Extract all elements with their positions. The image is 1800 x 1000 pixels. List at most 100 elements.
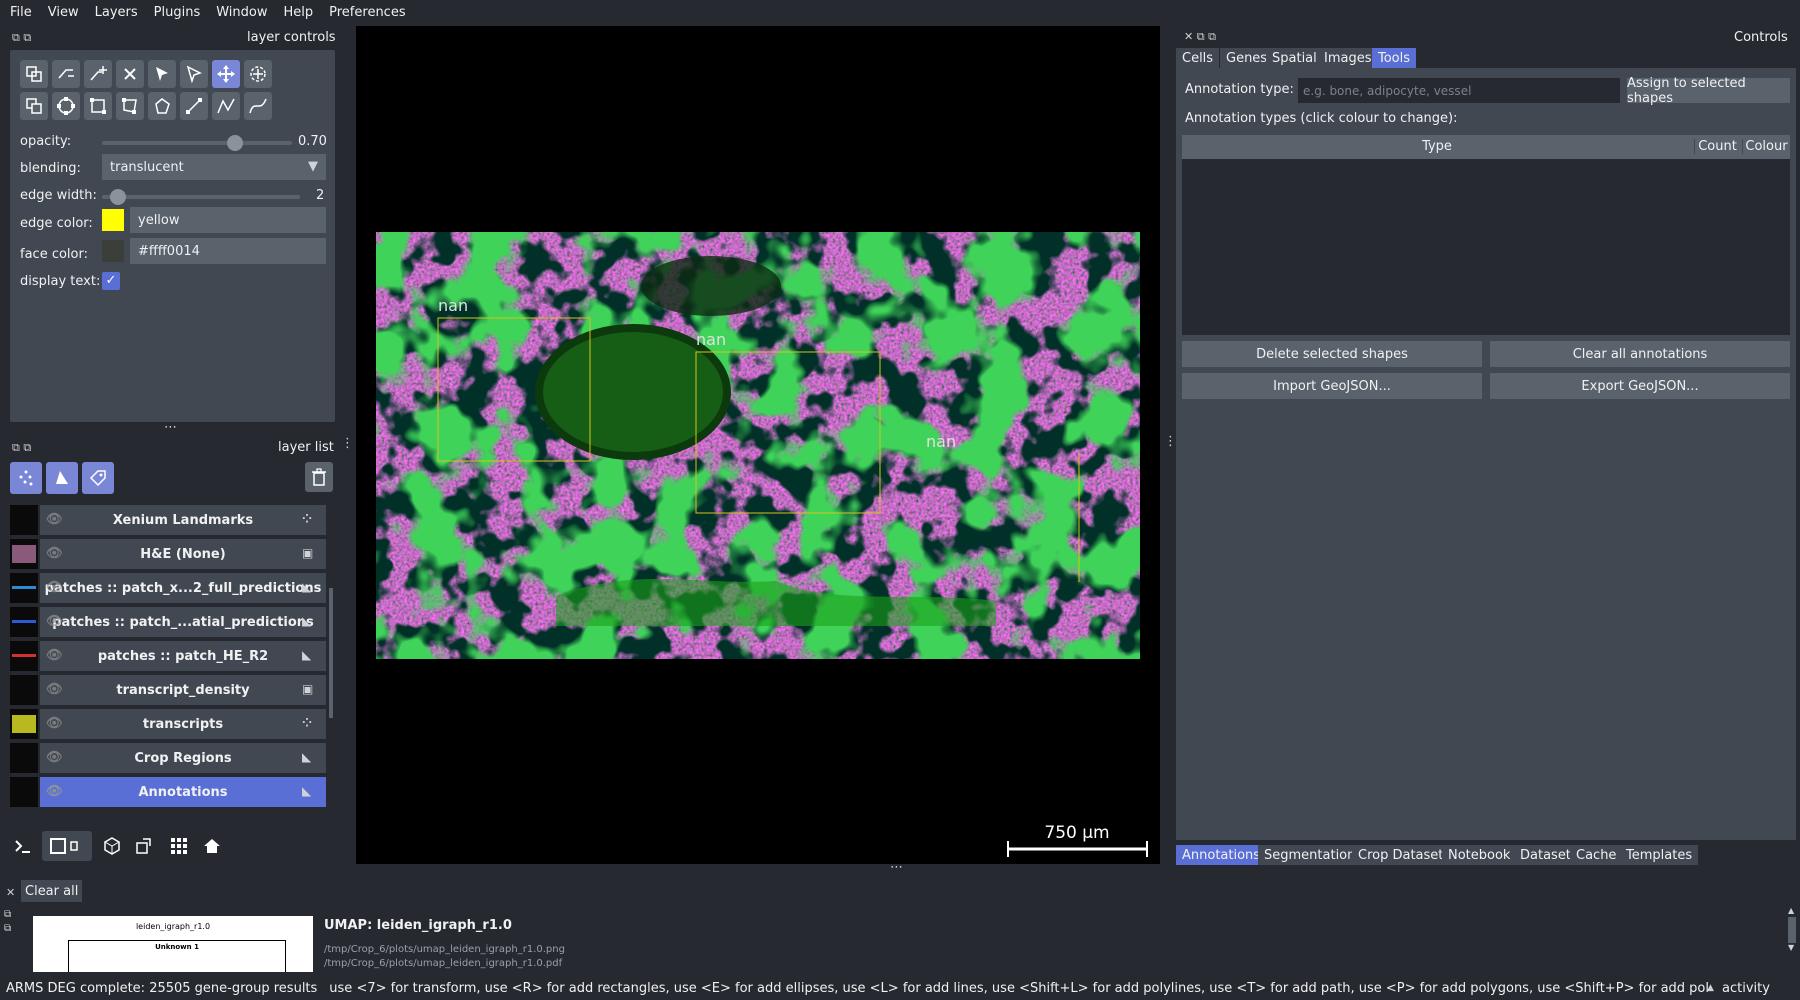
notification-scrollbar[interactable]: ▲ ▼ [1788, 906, 1798, 966]
polygon-rect-icon[interactable] [116, 92, 144, 120]
notification-dock-icons[interactable]: ⧉ ⧉ [4, 908, 11, 936]
layer-row[interactable]: 👁 patches :: patch_x...2_full_predictions… [10, 573, 326, 603]
visibility-eye-icon[interactable]: 👁 [46, 784, 64, 800]
notification-path-pdf[interactable]: /tmp/Crop_6/plots/umap_leiden_igraph_r1.… [324, 958, 562, 969]
delete-shape-icon[interactable] [116, 60, 144, 88]
opacity-slider[interactable] [102, 141, 292, 145]
edge-width-slider-handle[interactable] [110, 189, 126, 205]
direct-select-icon[interactable] [180, 60, 208, 88]
menu-plugins[interactable]: Plugins [154, 5, 201, 20]
menu-preferences[interactable]: Preferences [329, 5, 405, 20]
layer-body[interactable]: 👁 H&E (None) ▣ [40, 539, 326, 569]
layer-row[interactable]: 👁 transcript_density ▣ [10, 675, 326, 705]
remove-vertex-icon[interactable] [52, 60, 80, 88]
clear-all-button[interactable]: Clear all [21, 880, 83, 902]
layer-row[interactable]: 👁 Annotations ◣ [10, 777, 326, 807]
add-vertex-icon[interactable] [84, 60, 112, 88]
close-icon[interactable]: ✕ [6, 886, 15, 899]
tab-annotations[interactable]: Annotations [1176, 845, 1267, 865]
roll-dims-icon[interactable] [98, 831, 126, 861]
layer-list-scrollbar[interactable] [329, 508, 333, 814]
rectangle-icon[interactable] [84, 92, 112, 120]
menu-window[interactable]: Window [216, 5, 267, 20]
transform-icon[interactable] [244, 60, 272, 88]
tab-spatial[interactable]: Spatial [1266, 48, 1323, 68]
visibility-eye-icon[interactable]: 👁 [46, 512, 64, 528]
delete-selected-shapes-button[interactable]: Delete selected shapes [1182, 341, 1482, 367]
tab-tools[interactable]: Tools [1372, 48, 1417, 68]
visibility-eye-icon[interactable]: 👁 [46, 580, 64, 596]
trash-icon[interactable] [305, 462, 333, 492]
umap-plot-thumbnail[interactable]: leiden_igraph_r1.0 Unknown 1 [33, 916, 313, 972]
grid-icon[interactable] [165, 831, 193, 861]
select-icon[interactable] [148, 60, 176, 88]
layer-row[interactable]: 👁 patches :: patch_HE_R2 ◣ [10, 641, 326, 671]
opacity-slider-handle[interactable] [227, 135, 243, 151]
menu-layers[interactable]: Layers [95, 5, 138, 20]
tab-cells[interactable]: Cells [1176, 48, 1220, 68]
layer-body[interactable]: 👁 Crop Regions ◣ [40, 743, 326, 773]
layer-body[interactable]: 👁 transcript_density ▣ [40, 675, 326, 705]
export-geojson-button[interactable]: Export GeoJSON... [1490, 373, 1790, 399]
import-geojson-button[interactable]: Import GeoJSON... [1182, 373, 1482, 399]
polygon-icon[interactable] [148, 92, 176, 120]
layer-row[interactable]: 👁 H&E (None) ▣ [10, 539, 326, 569]
tab-images[interactable]: Images [1318, 48, 1378, 68]
layer-row[interactable]: 👁 Crop Regions ◣ [10, 743, 326, 773]
select-vertices-icon[interactable] [20, 60, 48, 88]
dock-menu-icon[interactable]: ⋮ [341, 436, 354, 451]
blending-select[interactable]: translucent ▼ [102, 154, 326, 180]
clear-all-annotations-button[interactable]: Clear all annotations [1490, 341, 1790, 367]
canvas-splitter-handle[interactable]: ⋯ [890, 860, 903, 875]
layer-body[interactable]: 👁 patches :: patch_...atial_predictions ◣ [40, 607, 326, 637]
menu-view[interactable]: View [48, 5, 79, 20]
visibility-eye-icon[interactable]: 👁 [46, 546, 64, 562]
dock-float-icon-2[interactable]: ⧉ ⧉ [12, 441, 31, 455]
face-color-swatch[interactable] [102, 240, 124, 262]
console-icon[interactable] [10, 831, 36, 861]
edge-color-swatch[interactable] [102, 209, 124, 231]
home-icon[interactable] [198, 831, 226, 861]
tab-cache[interactable]: Cache [1570, 845, 1623, 865]
visibility-eye-icon[interactable]: 👁 [46, 750, 64, 766]
tab-notebook[interactable]: Notebook [1442, 845, 1517, 865]
ndisplay-toggle-icon[interactable] [42, 831, 92, 861]
splitter-handle[interactable]: ⋯ [164, 420, 177, 435]
transpose-icon[interactable] [130, 831, 158, 861]
layer-row[interactable]: 👁 Xenium Landmarks ⁘ [10, 505, 326, 535]
path-icon[interactable] [244, 92, 272, 120]
tab-segmentation[interactable]: Segmentation [1258, 845, 1362, 865]
layer-row[interactable]: 👁 transcripts ⁘ [10, 709, 326, 739]
edge-width-slider[interactable] [102, 195, 300, 199]
assign-to-selected-button[interactable]: Assign to selected shapes [1627, 76, 1790, 106]
activity-button[interactable]: activity [1722, 981, 1770, 996]
layer-body[interactable]: 👁 transcripts ⁘ [40, 709, 326, 739]
tab-dataset[interactable]: Dataset [1514, 845, 1577, 865]
tab-templates[interactable]: Templates [1620, 845, 1699, 865]
new-points-layer-icon[interactable] [10, 462, 42, 494]
visibility-eye-icon[interactable]: 👁 [46, 614, 64, 630]
line-icon[interactable] [180, 92, 208, 120]
face-color-input[interactable]: #ffff0014 [130, 238, 326, 264]
menu-help[interactable]: Help [284, 5, 314, 20]
layer-row[interactable]: 👁 patches :: patch_...atial_predictions ◣ [10, 607, 326, 637]
annotation-type-input[interactable]: e.g. bone, adipocyte, vessel [1298, 78, 1620, 103]
new-labels-layer-icon[interactable] [82, 462, 114, 494]
table-header-count[interactable]: Count [1694, 139, 1740, 154]
polyline-icon[interactable] [212, 92, 240, 120]
visibility-eye-icon[interactable]: 👁 [46, 682, 64, 698]
chevron-up-icon[interactable]: ▲ [1707, 983, 1714, 993]
viewer-canvas[interactable]: nan nan nan 750 µm [356, 26, 1160, 864]
visibility-eye-icon[interactable]: 👁 [46, 716, 64, 732]
edge-color-input[interactable]: yellow [130, 207, 326, 233]
table-header-colour[interactable]: Colour [1742, 139, 1790, 154]
table-header-type[interactable]: Type [1182, 139, 1692, 154]
new-shapes-layer-icon[interactable] [46, 462, 78, 494]
dock-float-icon[interactable]: ⧉ ⧉ [12, 31, 31, 45]
tab-crop-dataset[interactable]: Crop Dataset [1352, 845, 1450, 865]
ellipse-icon[interactable] [52, 92, 80, 120]
notification-path-png[interactable]: /tmp/Crop_6/plots/umap_leiden_igraph_r1.… [324, 944, 565, 955]
layer-body[interactable]: 👁 patches :: patch_x...2_full_predictions… [40, 573, 326, 603]
annotation-types-table[interactable]: Type Count Colour [1182, 135, 1790, 335]
move-back-icon[interactable] [20, 92, 48, 120]
